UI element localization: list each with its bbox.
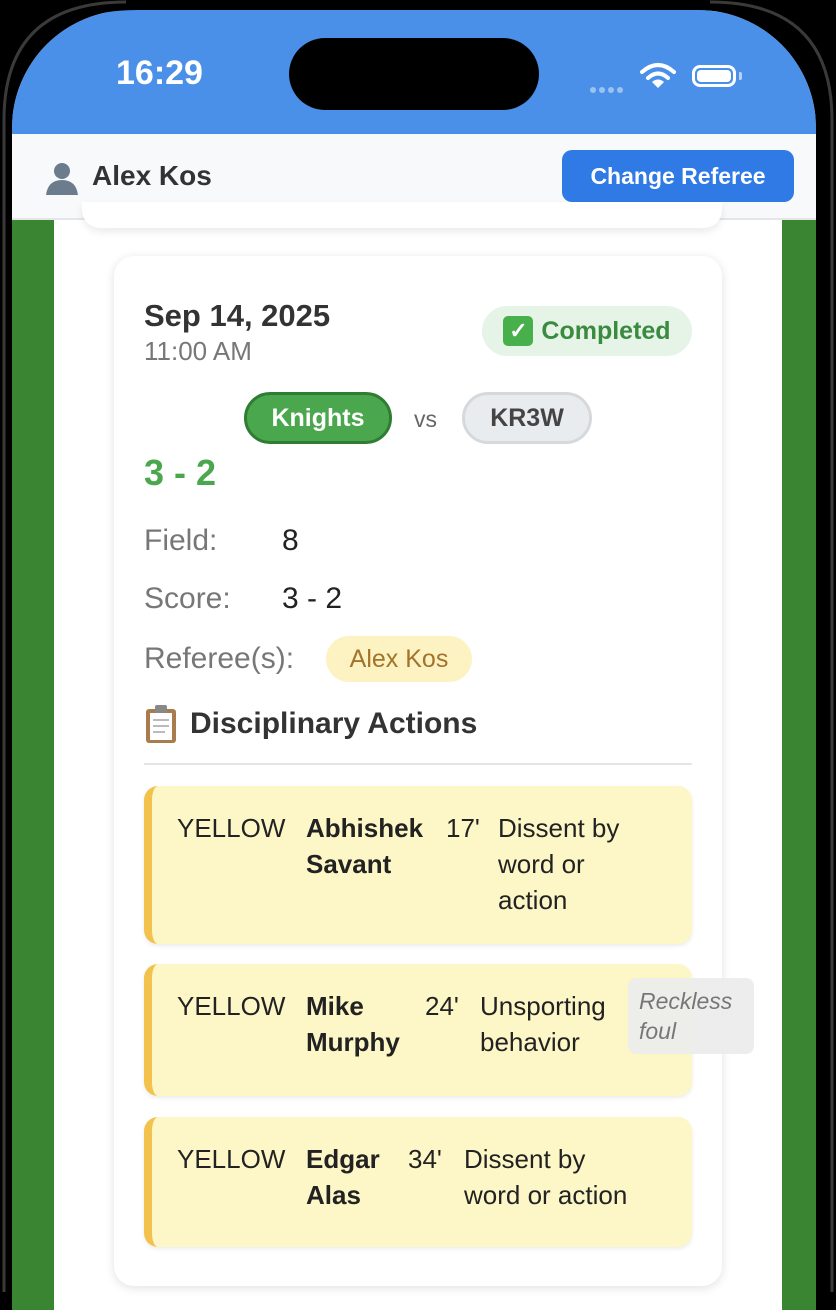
battery-icon	[692, 65, 736, 87]
referee-label: Referee(s):	[144, 642, 295, 675]
status-bar: 16:29	[12, 10, 816, 134]
status-time: 16:29	[116, 54, 203, 92]
score-label: Score:	[144, 582, 231, 615]
card-type: YELLOW	[177, 991, 286, 1021]
match-card[interactable]: Sep 14, 2025 11:00 AM ✓ Completed Knight…	[114, 256, 722, 1286]
user-silhouette-icon	[44, 160, 80, 204]
minute: 17'	[446, 813, 480, 843]
match-time: 11:00 AM	[144, 336, 252, 366]
disciplinary-heading: Disciplinary Actions	[144, 704, 477, 744]
reason-line: Dissent by	[464, 1144, 586, 1174]
minute: 24'	[425, 991, 459, 1021]
vs-label: vs	[414, 406, 437, 432]
change-referee-button[interactable]: Change Referee	[562, 150, 794, 202]
check-box-icon: ✓	[503, 316, 534, 346]
card-type: YELLOW	[177, 813, 286, 843]
status-badge: ✓ Completed	[482, 306, 692, 356]
overflow-note-tooltip: Reckless foul	[628, 978, 754, 1054]
player-first-name: Edgar	[306, 1144, 380, 1174]
minute: 34'	[408, 1144, 442, 1174]
card-type: YELLOW	[177, 1144, 286, 1174]
clipboard-icon	[144, 704, 178, 744]
referee-chip: Alex Kos	[326, 636, 472, 682]
player-last-name: Murphy	[306, 1027, 400, 1057]
player-first-name: Mike	[306, 991, 364, 1021]
disciplinary-action[interactable]: YELLOW Edgar Alas 34' Dissent by word or…	[144, 1117, 692, 1247]
battery-tip	[739, 72, 742, 80]
note-line: Reckless	[639, 988, 733, 1014]
reason-line: Unsporting	[480, 991, 606, 1021]
reason-line: Dissent by	[498, 813, 620, 843]
player-first-name: Abhishek	[306, 813, 424, 843]
reason-line: word or action	[464, 1180, 628, 1210]
reason-line: action	[498, 885, 568, 915]
reason-line: behavior	[480, 1027, 580, 1057]
score-headline: 3 - 2	[144, 452, 217, 493]
disciplinary-action[interactable]: YELLOW Mike Murphy 24' Unsporting behavi…	[144, 964, 692, 1096]
previous-match-card	[82, 202, 722, 228]
phone-screen: 16:29 Alex Kos Change Referee Sep 14, 20…	[12, 10, 816, 1310]
match-date: Sep 14, 2025	[144, 298, 331, 333]
away-team-chip[interactable]: KR3W	[462, 392, 592, 444]
note-line: foul	[639, 1018, 677, 1044]
home-team-chip[interactable]: Knights	[244, 392, 392, 444]
signal-icon	[590, 80, 626, 98]
wifi-icon	[640, 63, 676, 88]
field-value: 8	[282, 524, 299, 557]
disciplinary-action[interactable]: YELLOW Abhishek Savant 17' Dissent by wo…	[144, 786, 692, 944]
score-value: 3 - 2	[282, 582, 343, 615]
divider	[144, 763, 692, 765]
player-last-name: Savant	[306, 849, 392, 879]
reason-line: word or	[498, 849, 585, 879]
dynamic-island	[289, 38, 539, 110]
disciplinary-title: Disciplinary Actions	[190, 707, 478, 740]
current-user-name: Alex Kos	[92, 160, 212, 191]
field-label: Field:	[144, 524, 218, 557]
player-last-name: Alas	[306, 1180, 361, 1210]
status-label: Completed	[541, 316, 671, 345]
